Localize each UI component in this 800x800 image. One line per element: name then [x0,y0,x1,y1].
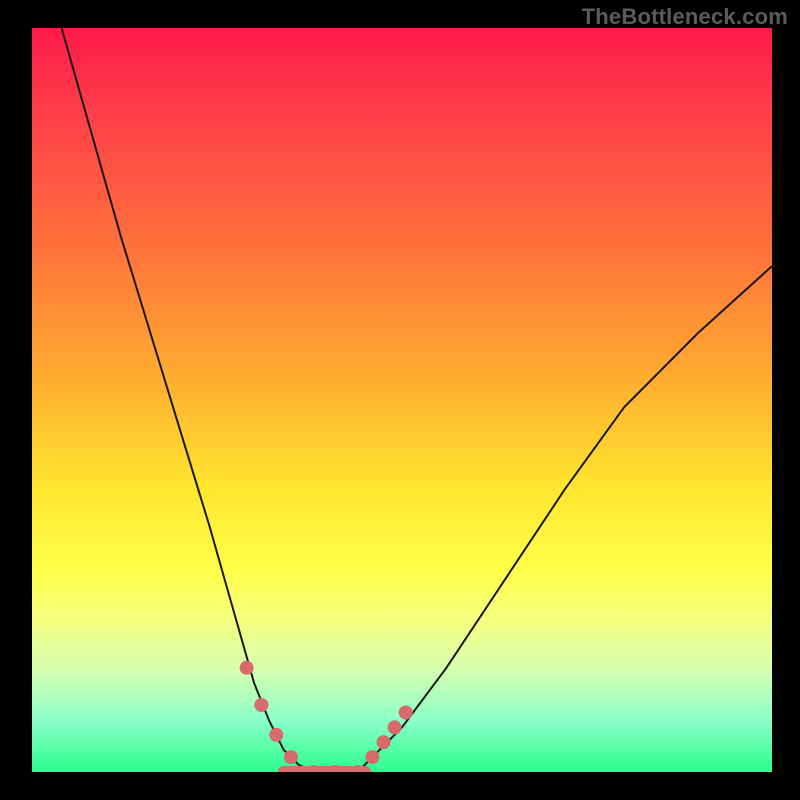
plot-area [32,28,772,772]
bottleneck-curve [62,28,772,772]
marker-dot [399,706,413,720]
marker-dot [365,750,379,764]
marker-group [240,661,413,772]
chart-svg [32,28,772,772]
chart-stage: TheBottleneck.com [0,0,800,800]
watermark-text: TheBottleneck.com [582,4,788,30]
marker-dot [254,698,268,712]
marker-dot [240,661,254,675]
marker-dot [284,750,298,764]
marker-dot [269,728,283,742]
marker-dot [377,735,391,749]
marker-dot [388,720,402,734]
